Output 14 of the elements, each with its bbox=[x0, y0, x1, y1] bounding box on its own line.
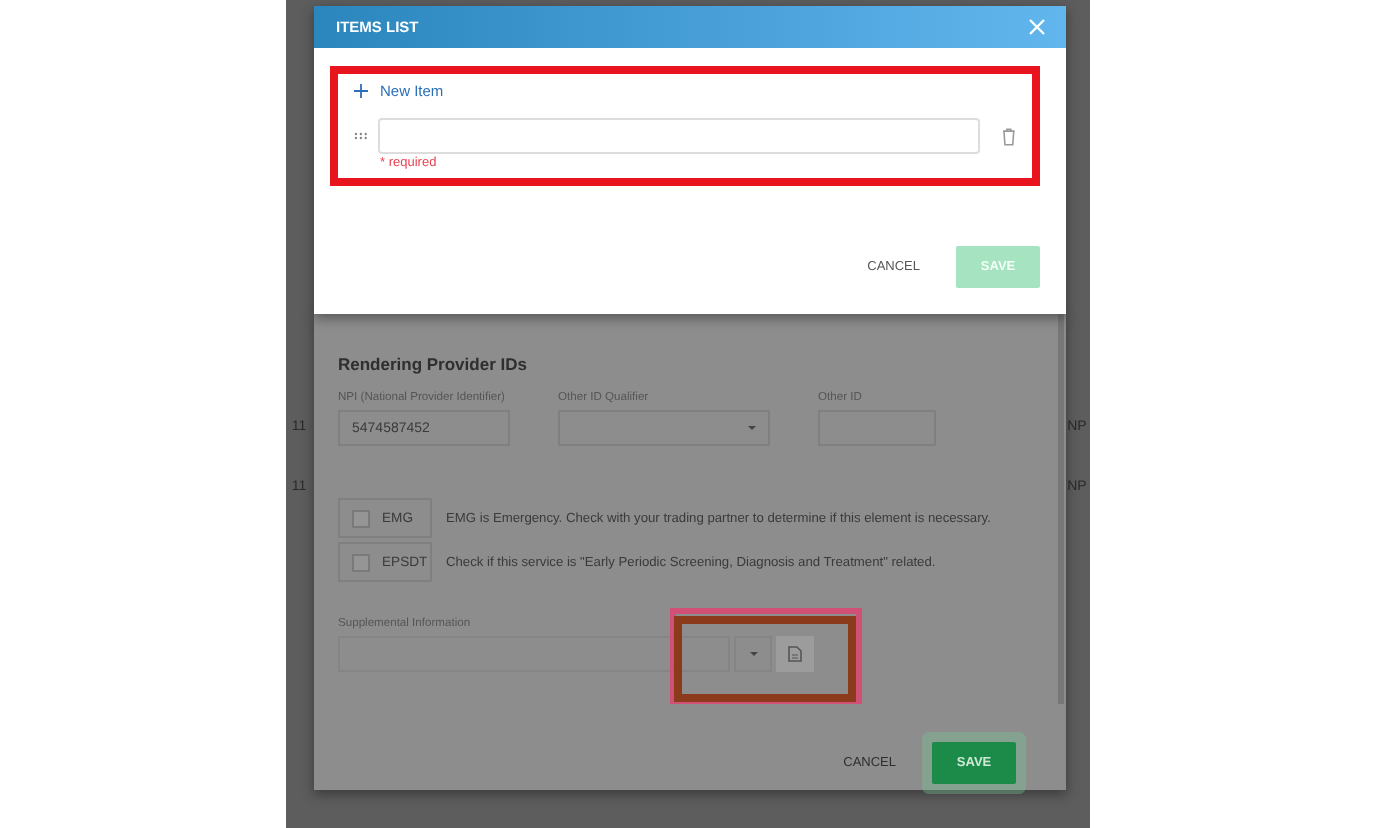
document-button[interactable] bbox=[776, 636, 814, 672]
input-field[interactable] bbox=[338, 636, 730, 672]
caret-icon bbox=[748, 426, 756, 430]
close-button[interactable] bbox=[1028, 18, 1046, 36]
dropdown-button[interactable] bbox=[734, 636, 772, 672]
checkbox[interactable] bbox=[352, 509, 370, 527]
checkbox[interactable] bbox=[352, 553, 370, 571]
document-icon bbox=[788, 646, 802, 662]
drag-handle-icon[interactable] bbox=[354, 132, 368, 140]
select-field[interactable] bbox=[558, 410, 770, 446]
scrollbar[interactable] bbox=[1058, 314, 1064, 704]
section-title: Rendering Provider IDs bbox=[338, 354, 529, 374]
plus-icon bbox=[354, 84, 368, 98]
trash-icon[interactable] bbox=[1002, 127, 1016, 145]
